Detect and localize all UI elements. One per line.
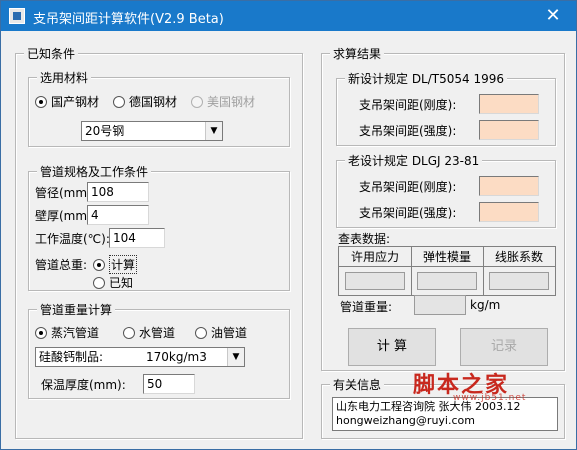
lookup-header-elastic-modulus: 弹性模量	[422, 250, 471, 264]
new-strength-result	[479, 120, 539, 140]
new-stiffness-label: 支吊架间距(刚度):	[359, 98, 457, 112]
diameter-input[interactable]: 108	[87, 182, 149, 202]
lookup-header-allowable-stress: 许用应力	[350, 250, 399, 264]
weight-calc-label: 管道重量计算	[37, 301, 116, 318]
radio-weight-known[interactable]: 已知	[93, 274, 133, 291]
old-stiffness-result	[479, 176, 539, 196]
lookup-header-expansion-coefficient: 线胀系数	[494, 250, 543, 264]
insulation-density-value: 170kg/m3	[146, 350, 207, 364]
radio-weight-calc-label: 计算	[109, 255, 138, 274]
material-label: 选用材料	[37, 69, 92, 86]
steel-grade-value: 20号钢	[85, 124, 125, 138]
old-rule-group: 老设计规定 DLGJ 23-81 支吊架间距(刚度): 支吊架间距(强度):	[336, 152, 556, 228]
radio-water-pipe-label: 水管道	[139, 326, 176, 340]
temperature-input[interactable]: 104	[109, 228, 165, 248]
calculate-button[interactable]: 计 算	[348, 328, 436, 366]
radio-oil-pipe[interactable]: 油管道	[195, 324, 247, 341]
pipe-spec-group: 管道规格及工作条件 管径(mm): 108 壁厚(mm): 4 工作温度(℃):…	[28, 163, 290, 291]
record-button[interactable]: 记录	[460, 328, 548, 366]
pipe-weight-value	[414, 295, 466, 315]
new-strength-label: 支吊架间距(强度):	[359, 124, 457, 138]
app-window: 支吊架间距计算软件(V2.9 Beta) ✕ 已知条件 选用材料 国产钢材 德国…	[0, 0, 577, 450]
radio-steam-pipe[interactable]: 蒸汽管道	[35, 324, 99, 341]
new-stiffness-result	[479, 94, 539, 114]
about-line-email: hongweizhang@ruyi.com	[336, 414, 475, 427]
old-strength-label: 支吊架间距(强度):	[359, 206, 457, 220]
radio-dot-icon	[93, 258, 105, 271]
insulation-material-select[interactable]: 硅酸钙制品: 170kg/m3 ▼	[35, 347, 245, 367]
radio-water-pipe[interactable]: 水管道	[123, 324, 175, 341]
known-conditions-label: 已知条件	[24, 45, 79, 62]
radio-american-steel[interactable]: 美国钢材	[191, 93, 255, 110]
allowable-stress-value	[345, 272, 405, 290]
window-title: 支吊架间距计算软件(V2.9 Beta)	[33, 12, 224, 27]
total-weight-label: 管道总重:	[35, 258, 88, 272]
radio-oil-pipe-label: 油管道	[211, 326, 248, 340]
radio-weight-calc[interactable]: 计算	[93, 255, 138, 274]
old-strength-result	[479, 202, 539, 222]
results-group: 求算结果 新设计规定 DL/T5054 1996 支吊架间距(刚度): 支吊架间…	[321, 45, 565, 371]
new-rule-label: 新设计规定 DL/T5054 1996	[345, 70, 508, 87]
lookup-label: 查表数据:	[338, 232, 391, 246]
radio-german-steel-label: 德国钢材	[129, 95, 178, 109]
pipe-weight-unit: kg/m	[470, 298, 501, 312]
radio-dot-icon	[35, 95, 47, 108]
radio-dot-icon	[35, 326, 47, 339]
old-stiffness-label: 支吊架间距(刚度):	[359, 180, 457, 194]
chevron-down-icon[interactable]: ▼	[227, 348, 244, 366]
insulation-thickness-input[interactable]: 50	[143, 374, 195, 394]
radio-dot-icon	[93, 276, 105, 289]
radio-dot-icon	[123, 326, 135, 339]
radio-steam-pipe-label: 蒸汽管道	[51, 326, 100, 340]
radio-german-steel[interactable]: 德国钢材	[113, 93, 177, 110]
weight-calc-group: 管道重量计算 蒸汽管道 水管道 油管道 硅酸钙制品: 170kg/m3 ▼ 保温…	[28, 301, 290, 399]
old-rule-label: 老设计规定 DLGJ 23-81	[345, 152, 483, 169]
pipe-weight-label: 管道重量:	[340, 300, 393, 314]
radio-dot-icon	[113, 95, 125, 108]
material-group: 选用材料 国产钢材 德国钢材 美国钢材 20号钢 ▼	[28, 69, 290, 147]
lookup-table: 许用应力 弹性模量 线胀系数	[338, 246, 556, 296]
radio-dot-icon	[191, 95, 203, 108]
chevron-down-icon[interactable]: ▼	[205, 122, 222, 140]
temperature-label: 工作温度(℃):	[35, 232, 110, 246]
radio-weight-known-label: 已知	[109, 276, 134, 290]
expansion-coefficient-value	[489, 272, 549, 290]
radio-american-steel-label: 美国钢材	[207, 95, 256, 109]
insulation-material-value: 硅酸钙制品:	[39, 350, 104, 364]
new-rule-group: 新设计规定 DL/T5054 1996 支吊架间距(刚度): 支吊架间距(强度)…	[336, 70, 556, 146]
thickness-input[interactable]: 4	[87, 205, 149, 225]
radio-dot-icon	[195, 326, 207, 339]
about-label: 有关信息	[330, 376, 385, 393]
close-button[interactable]: ✕	[530, 1, 576, 31]
app-icon	[9, 8, 25, 24]
insulation-thickness-label: 保温厚度(mm):	[41, 378, 126, 392]
elastic-modulus-value	[417, 272, 477, 290]
radio-domestic-steel-label: 国产钢材	[51, 95, 100, 109]
site-watermark-url: www.jb51.net	[453, 393, 527, 403]
known-conditions-group: 已知条件 选用材料 国产钢材 德国钢材 美国钢材 20号钢 ▼ 管道规格及工作条…	[15, 45, 303, 439]
results-label: 求算结果	[330, 45, 385, 62]
title-bar[interactable]: 支吊架间距计算软件(V2.9 Beta) ✕	[1, 1, 576, 31]
pipe-spec-label: 管道规格及工作条件	[37, 163, 152, 180]
steel-grade-select[interactable]: 20号钢 ▼	[81, 121, 223, 141]
radio-domestic-steel[interactable]: 国产钢材	[35, 93, 99, 110]
